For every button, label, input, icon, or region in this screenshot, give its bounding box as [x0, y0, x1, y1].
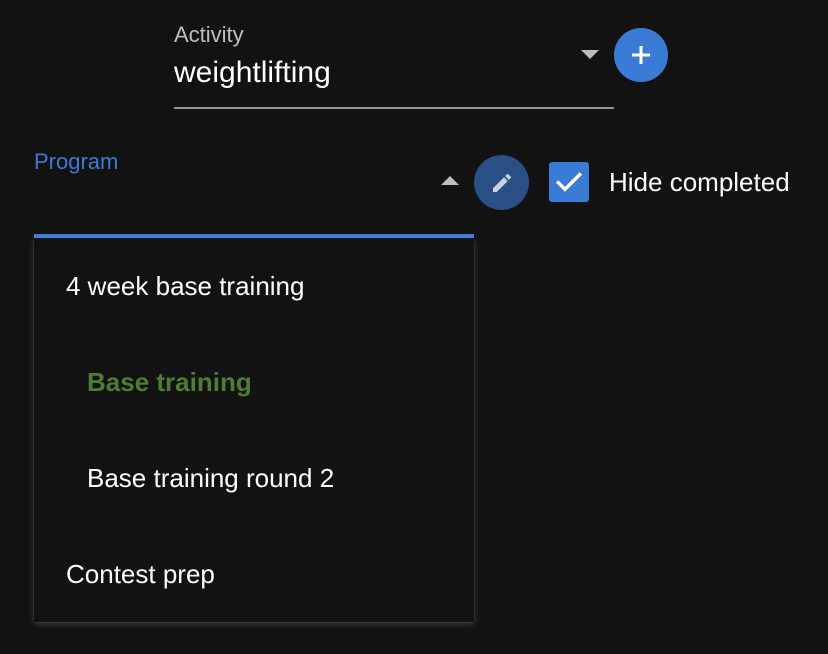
program-label: Program — [34, 149, 119, 174]
menu-item-contest-prep[interactable]: Contest prep — [34, 526, 474, 622]
menu-item-base-training[interactable]: Base training — [34, 334, 474, 430]
menu-item-4-week-base-training[interactable]: 4 week base training — [34, 238, 474, 334]
menu-item-base-training-round-2[interactable]: Base training round 2 — [34, 430, 474, 526]
program-select[interactable]: Program — [34, 140, 474, 238]
checkmark-icon — [555, 172, 583, 192]
hide-completed-checkbox[interactable] — [549, 162, 589, 202]
page: Activity weightlifting Program Hide comp… — [0, 0, 828, 654]
dropdown-arrow-up-icon[interactable] — [441, 176, 459, 185]
activity-select[interactable]: Activity weightlifting — [174, 20, 614, 109]
pencil-icon — [492, 173, 511, 192]
activity-label: Activity — [174, 22, 244, 47]
dropdown-arrow-icon[interactable] — [581, 50, 599, 59]
edit-program-button[interactable] — [474, 155, 529, 210]
program-menu: 4 week base training Base training Base … — [34, 238, 474, 622]
add-activity-button[interactable] — [614, 28, 668, 82]
hide-completed-label: Hide completed — [609, 166, 790, 197]
activity-value: weightlifting — [174, 56, 331, 89]
activity-underline — [174, 107, 614, 109]
plus-icon — [632, 46, 650, 64]
hide-completed-toggle[interactable]: Hide completed — [549, 162, 790, 202]
